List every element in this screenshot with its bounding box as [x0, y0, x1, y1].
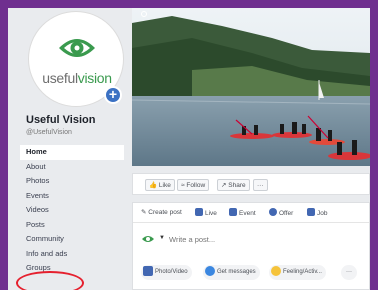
nav-item-events[interactable]: Events	[20, 189, 124, 204]
write-post-input[interactable]	[169, 232, 349, 246]
feeling-activity-button[interactable]: Feeling/Activ...	[269, 265, 326, 280]
nav-item-info-ads[interactable]: Info and ads	[20, 247, 124, 262]
create-post-label: Create post	[148, 209, 182, 216]
pencil-icon: ✎	[141, 209, 147, 216]
facebook-page: usefulvision + Useful Vision @UsefulVisi…	[8, 8, 370, 290]
page-name: Useful Vision	[26, 114, 96, 126]
rss-icon: ≈	[181, 182, 185, 189]
live-tab[interactable]: Live	[195, 208, 217, 217]
nav-item-home[interactable]: Home	[20, 145, 124, 160]
page-mini-avatar	[142, 236, 154, 242]
composer-write-row: ▼	[133, 225, 369, 255]
composer-options: Photo/Video Get messages Feeling/Activ..…	[133, 263, 369, 283]
cover-photo[interactable]	[132, 8, 370, 166]
nav-item-about[interactable]: About	[20, 160, 124, 175]
eye-logo-icon	[59, 39, 95, 57]
nav-item-videos[interactable]: Videos	[20, 203, 124, 218]
job-tab[interactable]: Job	[307, 208, 327, 217]
logo-vision-text: vision	[77, 70, 112, 86]
photo-icon	[143, 266, 153, 276]
photo-video-label: Photo/Video	[155, 269, 188, 275]
page-action-bar: 👍 Like ≈ Follow ↗ Share ···	[132, 173, 370, 195]
more-actions-button[interactable]: ···	[253, 179, 268, 191]
profile-picture[interactable]: usefulvision +	[28, 11, 124, 107]
share-arrow-icon: ↗	[221, 182, 227, 189]
get-messages-label: Get messages	[217, 269, 256, 275]
nav-item-photos[interactable]: Photos	[20, 174, 124, 189]
share-label: Share	[228, 182, 246, 189]
offer-label: Offer	[279, 210, 294, 217]
nav-item-posts[interactable]: Posts	[20, 218, 124, 233]
groups-highlight-circle	[16, 271, 84, 290]
post-composer: ✎ Create post Live Event Offer Job ▼ Pho…	[132, 202, 370, 290]
more-options-button[interactable]: ···	[341, 265, 357, 280]
follow-button[interactable]: ≈ Follow	[177, 179, 210, 191]
share-button[interactable]: ↗ Share	[217, 179, 250, 191]
logo-wordmark: usefulvision	[29, 70, 125, 86]
cover-photo-image	[132, 8, 370, 166]
composer-tabs: ✎ Create post Live Event Offer Job	[133, 203, 369, 223]
logo-useful-text: useful	[42, 70, 78, 86]
page-handle: @UsefulVision	[26, 129, 72, 136]
get-messages-button[interactable]: Get messages	[203, 265, 260, 280]
smiley-icon	[271, 266, 281, 276]
briefcase-icon	[307, 208, 315, 216]
plus-badge-icon[interactable]: +	[104, 86, 122, 104]
like-button[interactable]: 👍 Like	[145, 179, 175, 191]
job-label: Job	[317, 210, 328, 217]
follow-label: Follow	[186, 182, 206, 189]
thumbs-up-icon: 👍	[149, 182, 158, 189]
like-label: Like	[158, 182, 171, 189]
event-label: Event	[239, 210, 256, 217]
feeling-label: Feeling/Activ...	[283, 269, 322, 275]
create-post-tab[interactable]: ✎ Create post	[141, 208, 182, 216]
video-camera-icon	[195, 208, 203, 216]
offer-tab[interactable]: Offer	[269, 208, 293, 217]
photo-video-button[interactable]: Photo/Video	[141, 265, 192, 280]
nav-item-community[interactable]: Community	[20, 232, 124, 247]
page-nav: Home About Photos Events Videos Posts Co…	[20, 145, 124, 276]
tag-icon	[269, 208, 277, 216]
messenger-icon	[205, 266, 215, 276]
live-label: Live	[205, 210, 217, 217]
calendar-icon	[229, 208, 237, 216]
chevron-down-icon[interactable]: ▼	[159, 235, 165, 241]
event-tab[interactable]: Event	[229, 208, 256, 217]
screenshot-frame: usefulvision + Useful Vision @UsefulVisi…	[0, 0, 378, 290]
left-sidebar: usefulvision + Useful Vision @UsefulVisi…	[8, 8, 128, 290]
